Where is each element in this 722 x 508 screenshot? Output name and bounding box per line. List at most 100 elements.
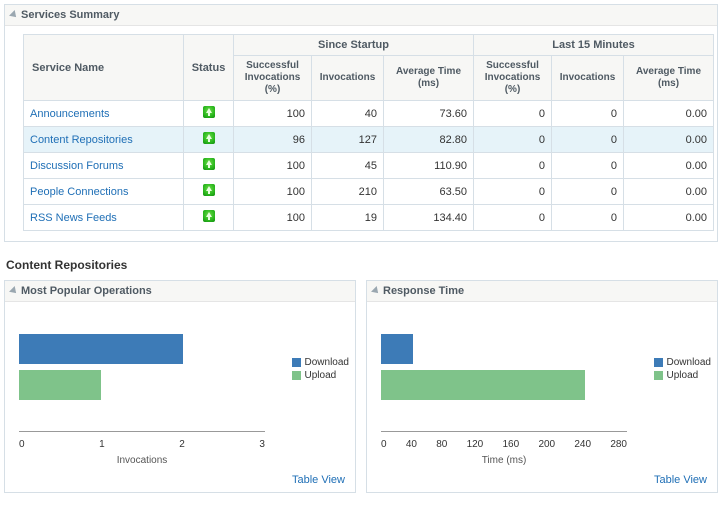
inv-last15-cell: 0 [552, 205, 624, 231]
succ-last15-cell: 0 [474, 205, 552, 231]
legend-swatch-upload [292, 371, 301, 380]
legend-download: Download [667, 357, 711, 368]
service-name-cell[interactable]: RSS News Feeds [24, 205, 184, 231]
inv-last15-cell: 0 [552, 101, 624, 127]
tick-label: 0 [381, 439, 387, 450]
status-up-icon [203, 210, 215, 222]
status-cell [184, 127, 234, 153]
legend-swatch-upload [654, 371, 663, 380]
response-time-header[interactable]: Response Time [367, 281, 717, 302]
col-succ-last15[interactable]: Successful Invocations (%) [474, 56, 552, 101]
response-time-panel: Response Time 04080120160200240280 Time … [366, 280, 718, 493]
table-view-link[interactable]: Table View [367, 472, 717, 492]
disclosure-triangle-icon[interactable] [371, 286, 381, 296]
status-cell [184, 101, 234, 127]
services-table: Service Name Status Since Startup Last 1… [23, 34, 714, 231]
avg-startup-cell: 73.60 [384, 101, 474, 127]
avg-last15-cell: 0.00 [624, 153, 714, 179]
status-up-icon [203, 184, 215, 196]
status-cell [184, 205, 234, 231]
inv-last15-cell: 0 [552, 127, 624, 153]
popular-operations-chart: 0123 Invocations Download Upload [5, 302, 355, 472]
inv-startup-cell: 127 [312, 127, 384, 153]
tick-label: 120 [467, 439, 484, 450]
succ-startup-cell: 96 [234, 127, 312, 153]
services-summary-panel: Services Summary Service Name Status Sin… [4, 4, 718, 242]
status-up-icon [203, 158, 215, 170]
col-avg-last15[interactable]: Average Time (ms) [624, 56, 714, 101]
avg-last15-cell: 0.00 [624, 205, 714, 231]
table-row[interactable]: Announcements1004073.60000.00 [24, 101, 714, 127]
avg-last15-cell: 0.00 [624, 101, 714, 127]
detail-section-title: Content Repositories [4, 252, 718, 280]
inv-last15-cell: 0 [552, 179, 624, 205]
col-inv-startup[interactable]: Invocations [312, 56, 384, 101]
bar-upload [381, 370, 585, 400]
bar-download [19, 334, 183, 364]
services-summary-header[interactable]: Services Summary [5, 5, 717, 26]
avg-startup-cell: 110.90 [384, 153, 474, 179]
table-row[interactable]: RSS News Feeds10019134.40000.00 [24, 205, 714, 231]
avg-startup-cell: 63.50 [384, 179, 474, 205]
col-succ-startup[interactable]: Successful Invocations (%) [234, 56, 312, 101]
xlabel: Time (ms) [381, 455, 627, 466]
succ-startup-cell: 100 [234, 153, 312, 179]
legend-download: Download [305, 357, 349, 368]
popular-operations-panel: Most Popular Operations 0123 Invocations… [4, 280, 356, 493]
inv-startup-cell: 45 [312, 153, 384, 179]
col-avg-startup[interactable]: Average Time (ms) [384, 56, 474, 101]
table-row[interactable]: People Connections10021063.50000.00 [24, 179, 714, 205]
status-up-icon [203, 132, 215, 144]
table-row[interactable]: Content Repositories9612782.80000.00 [24, 127, 714, 153]
succ-last15-cell: 0 [474, 153, 552, 179]
chart-legend: Download Upload [292, 357, 349, 383]
succ-last15-cell: 0 [474, 179, 552, 205]
avg-last15-cell: 0.00 [624, 179, 714, 205]
table-view-link[interactable]: Table View [5, 472, 355, 492]
charts-row: Most Popular Operations 0123 Invocations… [4, 280, 718, 493]
inv-last15-cell: 0 [552, 153, 624, 179]
colgroup-last-15[interactable]: Last 15 Minutes [474, 35, 714, 56]
response-time-chart: 04080120160200240280 Time (ms) Download … [367, 302, 717, 472]
tick-label: 80 [436, 439, 447, 450]
succ-startup-cell: 100 [234, 205, 312, 231]
tick-label: 2 [179, 439, 185, 450]
colgroup-since-startup[interactable]: Since Startup [234, 35, 474, 56]
inv-startup-cell: 19 [312, 205, 384, 231]
col-service-name[interactable]: Service Name [24, 35, 184, 101]
service-name-cell[interactable]: Discussion Forums [24, 153, 184, 179]
tick-label: 0 [19, 439, 25, 450]
response-time-title: Response Time [383, 285, 464, 297]
avg-last15-cell: 0.00 [624, 127, 714, 153]
table-row[interactable]: Discussion Forums10045110.90000.00 [24, 153, 714, 179]
col-status[interactable]: Status [184, 35, 234, 101]
inv-startup-cell: 40 [312, 101, 384, 127]
bar-download [381, 334, 413, 364]
succ-last15-cell: 0 [474, 127, 552, 153]
chart-legend: Download Upload [654, 357, 711, 383]
col-inv-last15[interactable]: Invocations [552, 56, 624, 101]
services-summary-title: Services Summary [21, 9, 119, 21]
legend-upload: Upload [305, 370, 337, 381]
tick-label: 280 [610, 439, 627, 450]
status-cell [184, 153, 234, 179]
popular-operations-title: Most Popular Operations [21, 285, 152, 297]
bar-upload [19, 370, 101, 400]
disclosure-triangle-icon[interactable] [9, 10, 19, 20]
service-name-cell[interactable]: Announcements [24, 101, 184, 127]
succ-last15-cell: 0 [474, 101, 552, 127]
disclosure-triangle-icon[interactable] [9, 286, 19, 296]
succ-startup-cell: 100 [234, 101, 312, 127]
tick-label: 1 [99, 439, 105, 450]
avg-startup-cell: 134.40 [384, 205, 474, 231]
service-name-cell[interactable]: People Connections [24, 179, 184, 205]
legend-upload: Upload [667, 370, 699, 381]
xlabel: Invocations [19, 455, 265, 466]
service-name-cell[interactable]: Content Repositories [24, 127, 184, 153]
succ-startup-cell: 100 [234, 179, 312, 205]
tick-label: 160 [503, 439, 520, 450]
tick-label: 200 [538, 439, 555, 450]
status-up-icon [203, 106, 215, 118]
popular-operations-header[interactable]: Most Popular Operations [5, 281, 355, 302]
legend-swatch-download [654, 358, 663, 367]
